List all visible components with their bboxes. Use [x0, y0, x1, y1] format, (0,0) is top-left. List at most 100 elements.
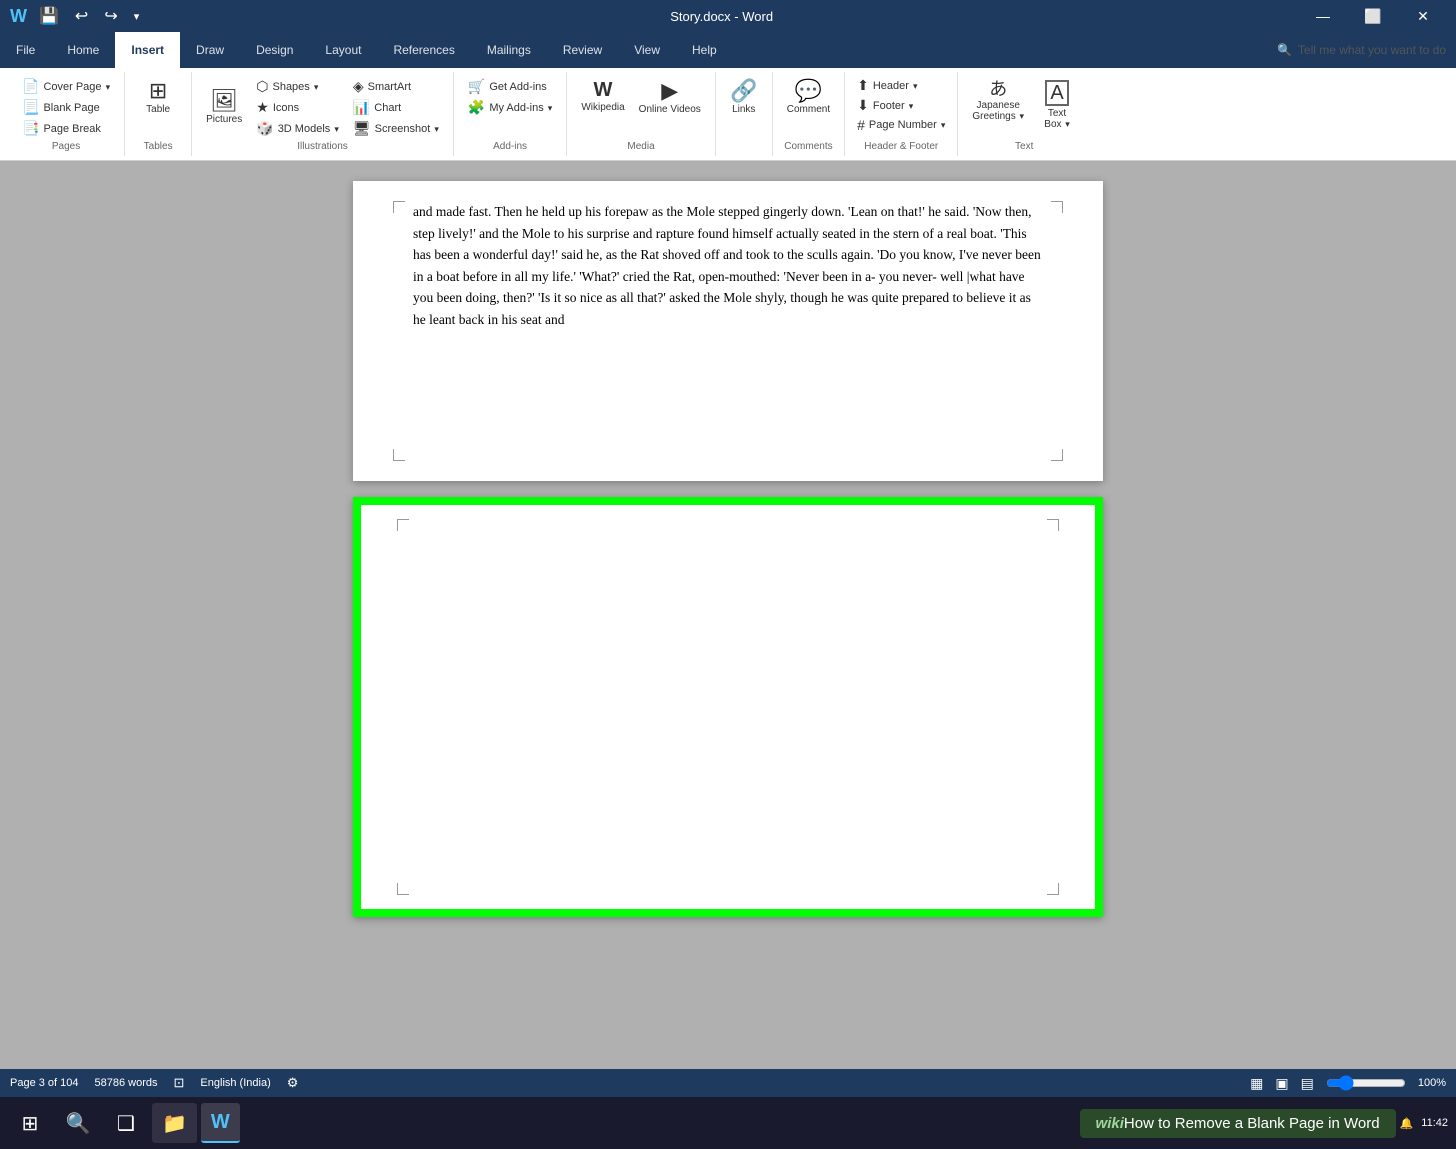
japanese-greetings-icon: あ [989, 80, 1007, 98]
tab-design[interactable]: Design [240, 32, 309, 68]
word-app-btn[interactable]: W [201, 1103, 240, 1143]
maximize-btn[interactable]: ⬜ [1350, 0, 1396, 32]
corner-tr [1051, 201, 1063, 213]
view-normal-icon[interactable]: ▦ [1250, 1075, 1263, 1092]
text-group: あ JapaneseGreetings ▾ A TextBox ▾ Text [958, 72, 1090, 156]
screenshot-btn[interactable]: 🖥 Screenshot ▾ [347, 118, 445, 139]
redo-quick-btn[interactable]: ↪ [100, 4, 121, 28]
corner-br [1051, 449, 1063, 461]
pictures-btn[interactable]: 🖼 Pictures [200, 86, 248, 129]
3d-models-btn[interactable]: 🎲 3D Models ▾ [250, 118, 345, 139]
view-web-icon[interactable]: ▤ [1301, 1075, 1314, 1092]
text-group-label: Text [966, 139, 1082, 152]
blank-corner-tr [1047, 519, 1059, 531]
search-button[interactable]: 🔍 [56, 1101, 100, 1145]
page-break-btn[interactable]: 📑 Page Break [16, 118, 116, 139]
links-buttons: 🔗 Links [724, 76, 764, 150]
blank-corner-bl [397, 883, 409, 895]
illustrations-buttons: 🖼 Pictures ⬡ Shapes ▾ ★ Icons 🎲 3D Model… [200, 76, 445, 139]
minimize-btn[interactable]: — [1300, 0, 1346, 32]
wikihow-text: How to Remove a Blank Page in Word [1124, 1115, 1380, 1132]
media-buttons: W Wikipedia ▶ Online Videos [575, 76, 706, 139]
media-group: W Wikipedia ▶ Online Videos Media [567, 72, 715, 156]
text-box-icon: A [1045, 80, 1068, 106]
save-quick-btn[interactable]: 💾 [35, 4, 63, 28]
close-btn[interactable]: ✕ [1400, 0, 1446, 32]
tab-home[interactable]: Home [51, 32, 115, 68]
table-icon: ⊞ [149, 80, 167, 102]
tab-view[interactable]: View [618, 32, 676, 68]
qa-dropdown-btn[interactable]: ▾ [130, 8, 144, 25]
tab-help[interactable]: Help [676, 32, 733, 68]
tab-file[interactable]: File [0, 32, 51, 68]
comment-icon: 💬 [795, 80, 822, 102]
tab-references[interactable]: References [377, 32, 470, 68]
tab-review[interactable]: Review [547, 32, 618, 68]
pages-group: 📄 Cover Page ▾ 📃 Blank Page 📑 Page Break… [8, 72, 125, 156]
file-explorer-btn[interactable]: 📁 [152, 1103, 197, 1143]
comments-group: 💬 Comment Comments [773, 72, 845, 156]
illustrations-label: Illustrations [200, 139, 445, 152]
chart-icon: 📊 [353, 99, 370, 116]
pages-vertical: 📄 Cover Page ▾ 📃 Blank Page 📑 Page Break [16, 76, 116, 139]
undo-quick-btn[interactable]: ↩ [71, 4, 92, 28]
links-btn[interactable]: 🔗 Links [724, 76, 764, 119]
text-box-btn[interactable]: A TextBox ▾ [1032, 76, 1082, 134]
icons-btn[interactable]: ★ Icons [250, 97, 345, 118]
addins-buttons: 🛒 Get Add-ins 🧩 My Add-ins ▾ [462, 76, 558, 139]
my-addins-btn[interactable]: 🧩 My Add-ins ▾ [462, 97, 558, 118]
zoom-level: 100% [1418, 1077, 1446, 1089]
media-label: Media [575, 139, 706, 152]
chart-btn[interactable]: 📊 Chart [347, 97, 445, 118]
tables-group: ⊞ Table Tables [125, 72, 192, 156]
tables-buttons: ⊞ Table [133, 76, 183, 139]
corner-bl [393, 449, 405, 461]
smartart-btn[interactable]: ◈ SmartArt [347, 76, 445, 97]
icons-icon: ★ [256, 99, 269, 116]
header-footer-group: ⬆ Header ▾ ⬇ Footer ▾ # Page Number ▾ He… [845, 72, 958, 156]
tab-draw[interactable]: Draw [180, 32, 240, 68]
addins-vertical: 🛒 Get Add-ins 🧩 My Add-ins ▾ [462, 76, 558, 118]
cover-page-btn[interactable]: 📄 Cover Page ▾ [16, 76, 116, 97]
time: 11:42 [1421, 1117, 1448, 1129]
header-btn[interactable]: ⬆ Header ▾ [853, 76, 949, 95]
page-break-icon: 📑 [22, 120, 39, 137]
japanese-greetings-btn[interactable]: あ JapaneseGreetings ▾ [966, 76, 1030, 126]
start-button[interactable]: ⊞ [8, 1101, 52, 1145]
tab-insert[interactable]: Insert [115, 32, 180, 68]
addins-group: 🛒 Get Add-ins 🧩 My Add-ins ▾ Add-ins [454, 72, 567, 156]
notification-icon[interactable]: 🔔 [1400, 1117, 1414, 1130]
table-btn[interactable]: ⊞ Table [133, 76, 183, 119]
footer-btn[interactable]: ⬇ Footer ▾ [853, 96, 949, 115]
pages-buttons: 📄 Cover Page ▾ 📃 Blank Page 📑 Page Break [16, 76, 116, 139]
task-view-button[interactable]: ❑ [104, 1101, 148, 1145]
blank-page [353, 497, 1103, 917]
ribbon-tabs: File Home Insert Draw Design Layout Refe… [0, 32, 1456, 68]
view-reading-icon[interactable]: ▣ [1275, 1075, 1288, 1092]
language: English (India) [200, 1077, 270, 1089]
page-info: Page 3 of 104 [10, 1077, 79, 1089]
wikihow-wiki: wiki [1096, 1115, 1124, 1132]
get-addins-btn[interactable]: 🛒 Get Add-ins [462, 76, 558, 97]
shapes-icon: ⬡ [256, 78, 268, 95]
taskbar-right: 🔔 11:42 [1400, 1117, 1448, 1130]
links-group: 🔗 Links [716, 72, 773, 156]
document-text[interactable]: and made fast. Then he held up his forep… [413, 201, 1043, 331]
wikipedia-btn[interactable]: W Wikipedia [575, 76, 630, 117]
tab-layout[interactable]: Layout [309, 32, 377, 68]
document-area[interactable]: and made fast. Then he held up his forep… [0, 161, 1456, 1069]
tell-me-input[interactable]: 🔍 Tell me what you want to do [1267, 32, 1456, 68]
illustrations-group: 🖼 Pictures ⬡ Shapes ▾ ★ Icons 🎲 3D Model… [192, 72, 454, 156]
blank-corner-tl [397, 519, 409, 531]
page-number-btn[interactable]: # Page Number ▾ [853, 116, 949, 134]
page-content[interactable]: and made fast. Then he held up his forep… [353, 181, 1103, 341]
tab-mailings[interactable]: Mailings [471, 32, 547, 68]
zoom-slider[interactable] [1326, 1075, 1406, 1091]
page-top: and made fast. Then he held up his forep… [353, 181, 1103, 481]
online-videos-btn[interactable]: ▶ Online Videos [633, 76, 707, 119]
shapes-btn[interactable]: ⬡ Shapes ▾ [250, 76, 345, 97]
ribbon-content: 📄 Cover Page ▾ 📃 Blank Page 📑 Page Break… [0, 68, 1456, 160]
comment-btn[interactable]: 💬 Comment [781, 76, 836, 119]
blank-page-btn[interactable]: 📃 Blank Page [16, 97, 116, 118]
word-count: 58786 words [95, 1077, 158, 1089]
